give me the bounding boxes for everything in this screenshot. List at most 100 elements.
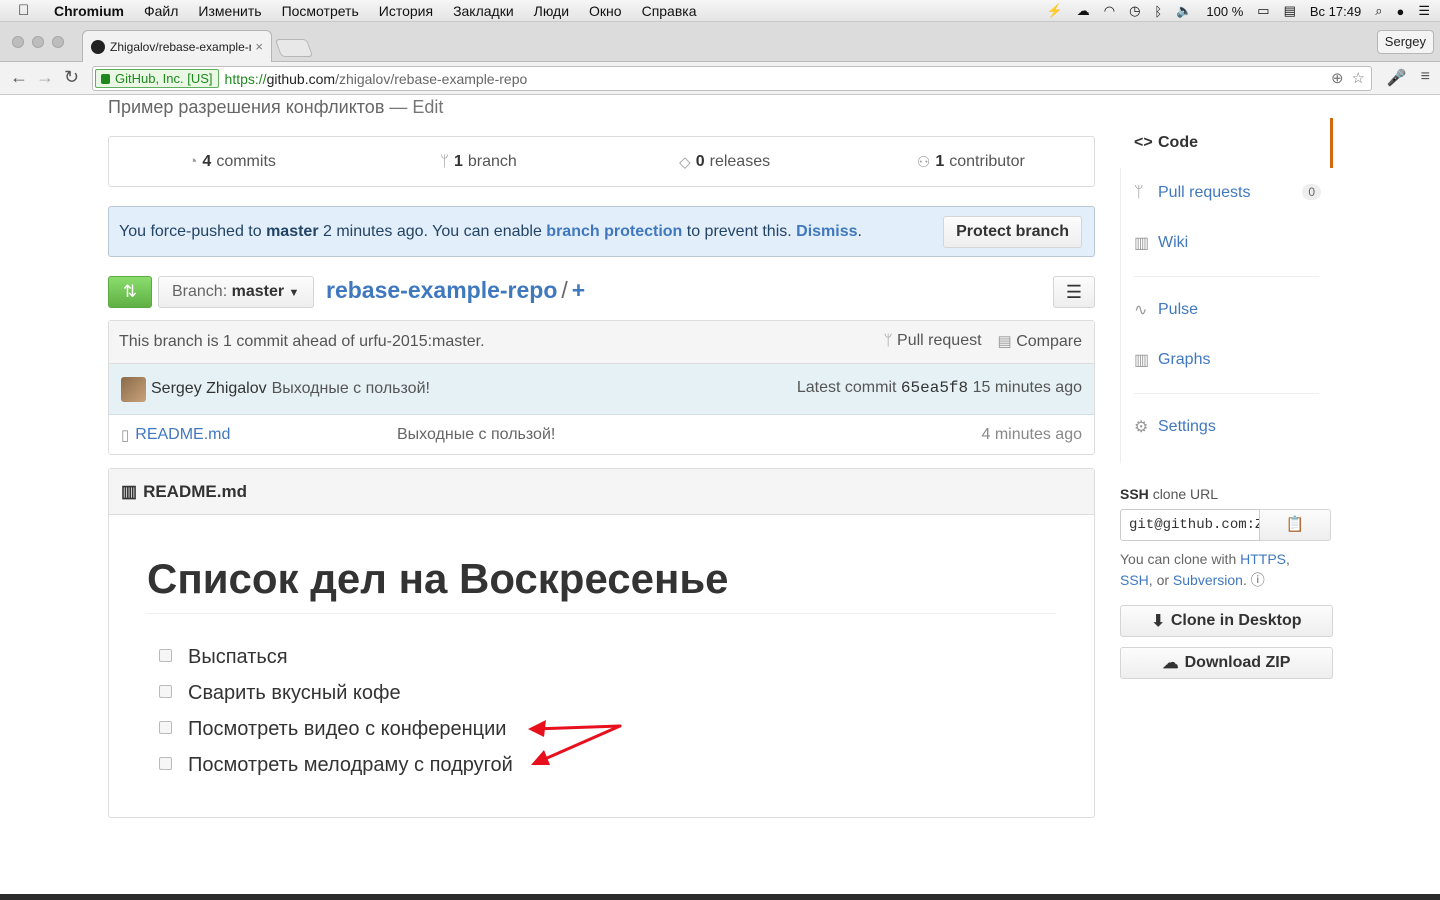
releases-link[interactable]: ◇ 0 releases: [602, 153, 848, 171]
profile-button[interactable]: Sergey: [1376, 30, 1434, 54]
list-view-button[interactable]: ☰: [1053, 276, 1095, 308]
new-tab-button[interactable]: [274, 39, 314, 57]
file-link[interactable]: README.md: [135, 426, 230, 444]
menu-bookmarks[interactable]: Закладки: [453, 3, 514, 19]
ev-certificate-badge[interactable]: GitHub, Inc. [US]: [95, 69, 219, 88]
flag-icon[interactable]: ▤: [1284, 3, 1296, 19]
commits-link[interactable]: ◔ 4 commits: [109, 153, 355, 171]
clone-desktop-label: Clone in Desktop: [1170, 612, 1302, 629]
pull-requests-counter: 0: [1302, 184, 1321, 200]
clone-url-input[interactable]: [1120, 509, 1260, 541]
dismiss-link[interactable]: Dismiss: [796, 223, 857, 240]
status-bluetooth-icon[interactable]: ᛒ: [1154, 4, 1162, 19]
menu-edit[interactable]: Изменить: [198, 3, 261, 19]
file-commit-message[interactable]: Выходные с пользой!: [397, 426, 555, 444]
copy-to-clipboard-button[interactable]: 📋: [1260, 509, 1331, 541]
branch-status-bar: This branch is 1 commit ahead of urfu-20…: [109, 321, 1094, 364]
clone-url-group: 📋: [1120, 509, 1333, 541]
sidebar-item-label: Graphs: [1158, 351, 1211, 368]
user-icon[interactable]: ●: [1396, 4, 1404, 19]
clock[interactable]: Вс 17:49: [1310, 4, 1361, 19]
contributors-link[interactable]: ⚇ 1 contributor: [848, 153, 1094, 171]
cloud-download-icon: ☁: [1162, 655, 1179, 672]
branch-select[interactable]: Branch: master ▼: [158, 276, 314, 308]
microphone-icon[interactable]: 🎤: [1387, 68, 1407, 88]
bookmark-star-icon[interactable]: ☆: [1352, 69, 1365, 87]
pull-request-icon: ᛘ: [1134, 184, 1144, 201]
dock-edge: [0, 894, 1440, 900]
commit-sha[interactable]: 65ea5f8: [901, 379, 968, 397]
sidebar-item-pulse[interactable]: ∿ Pulse: [1120, 285, 1333, 335]
browser-tab[interactable]: Zhigalov/rebase-example-r ×: [82, 30, 272, 62]
compare-review-button[interactable]: ⇅: [108, 276, 152, 308]
status-volume-icon[interactable]: 🔈: [1176, 3, 1192, 19]
status-cloud-icon[interactable]: ☁: [1077, 3, 1090, 19]
edit-description-link[interactable]: — Edit: [389, 97, 443, 117]
repo-description: Пример разрешения конфликтов — Edit: [108, 97, 443, 118]
sidebar-item-settings[interactable]: ⚙ Settings: [1120, 402, 1333, 452]
minimize-window-button[interactable]: [32, 36, 44, 48]
status-timemachine-icon[interactable]: ◷: [1129, 3, 1140, 19]
task-checkbox[interactable]: [159, 684, 172, 698]
description-text: Пример разрешения конфликтов: [108, 97, 385, 117]
url-host: github.com: [266, 70, 336, 87]
reload-icon[interactable]: ↻: [64, 67, 79, 88]
repo-root-link[interactable]: rebase-example-repo: [326, 277, 557, 303]
close-tab-icon[interactable]: ×: [255, 39, 263, 54]
menu-people[interactable]: Люди: [534, 3, 569, 19]
status-wifi-icon[interactable]: ◠: [1104, 3, 1115, 19]
clone-in-desktop-button[interactable]: ⬇ Clone in Desktop: [1120, 605, 1333, 637]
download-zip-button[interactable]: ☁ Download ZIP: [1120, 647, 1333, 679]
address-bar[interactable]: GitHub, Inc. [US] https://github.com/zhi…: [92, 66, 1372, 91]
question-icon[interactable]: ⓘ: [1251, 572, 1265, 588]
spotlight-icon[interactable]: ⌕: [1375, 3, 1382, 19]
menu-help[interactable]: Справка: [642, 3, 697, 19]
add-file-icon[interactable]: +: [572, 277, 585, 303]
close-window-button[interactable]: [12, 36, 24, 48]
zoom-icon[interactable]: ⊕: [1331, 69, 1344, 87]
file-age: 4 minutes ago: [981, 425, 1082, 443]
releases-label: releases: [709, 152, 771, 170]
sidebar-item-code[interactable]: <> Code: [1120, 118, 1333, 168]
zoom-window-button[interactable]: [52, 36, 64, 48]
file-navigation: This branch is 1 commit ahead of urfu-20…: [108, 320, 1095, 455]
sidebar-item-graphs[interactable]: ▥ Graphs: [1120, 335, 1333, 385]
pull-request-icon: ᛘ: [883, 332, 893, 349]
menu-history[interactable]: История: [379, 3, 433, 19]
notifications-icon[interactable]: ☰: [1418, 3, 1430, 19]
task-checkbox[interactable]: [159, 756, 172, 770]
battery-icon[interactable]: ▭: [1257, 3, 1269, 19]
task-checkbox[interactable]: [159, 720, 172, 734]
status-bolt-icon[interactable]: ⚡: [1047, 3, 1063, 19]
url-text[interactable]: https://github.com/zhigalov/rebase-examp…: [225, 71, 528, 87]
menu-icon[interactable]: ≡: [1421, 68, 1430, 88]
back-icon[interactable]: ←: [10, 67, 28, 88]
https-clone-link[interactable]: HTTPS: [1240, 551, 1286, 567]
menu-view[interactable]: Посмотреть: [282, 3, 359, 19]
pull-request-link[interactable]: ᛘ Pull request: [884, 332, 982, 351]
file-text-icon: ▯: [121, 426, 130, 444]
menu-file[interactable]: Файл: [144, 3, 178, 19]
menu-app-name[interactable]: Chromium: [54, 3, 124, 19]
apple-icon[interactable]: : [18, 2, 36, 19]
menu-window[interactable]: Окно: [589, 3, 622, 19]
commits-label: commits: [216, 152, 276, 170]
clone-url-label: SSH clone URL: [1120, 486, 1333, 502]
subversion-clone-link[interactable]: Subversion: [1173, 572, 1243, 588]
protect-branch-button[interactable]: Protect branch: [943, 216, 1082, 248]
sidebar-item-pull-requests[interactable]: ᛘ Pull requests 0: [1120, 168, 1333, 218]
branches-link[interactable]: ᛘ 1 branch: [355, 153, 601, 171]
repo-summary: ◔ 4 commits ᛘ 1 branch ◇ 0 releases ⚇ 1 …: [108, 136, 1095, 187]
sidebar-item-wiki[interactable]: ▥ Wiki: [1120, 218, 1333, 268]
table-row: ▯ README.md Выходные с пользой! 4 minutes…: [109, 415, 1094, 454]
task-checkbox[interactable]: [159, 648, 172, 662]
ssh-clone-link[interactable]: SSH: [1120, 572, 1149, 588]
forward-icon[interactable]: →: [36, 67, 54, 88]
avatar[interactable]: [121, 376, 146, 402]
branch-protection-link[interactable]: branch protection: [546, 223, 682, 240]
battery-percent[interactable]: 100 %: [1206, 4, 1243, 19]
arrow-line-upper: [532, 724, 622, 731]
commit-message[interactable]: Выходные с пользой!: [272, 380, 430, 398]
commit-author[interactable]: Sergey Zhigalov: [151, 380, 267, 398]
compare-link[interactable]: ▤ Compare: [998, 332, 1082, 351]
